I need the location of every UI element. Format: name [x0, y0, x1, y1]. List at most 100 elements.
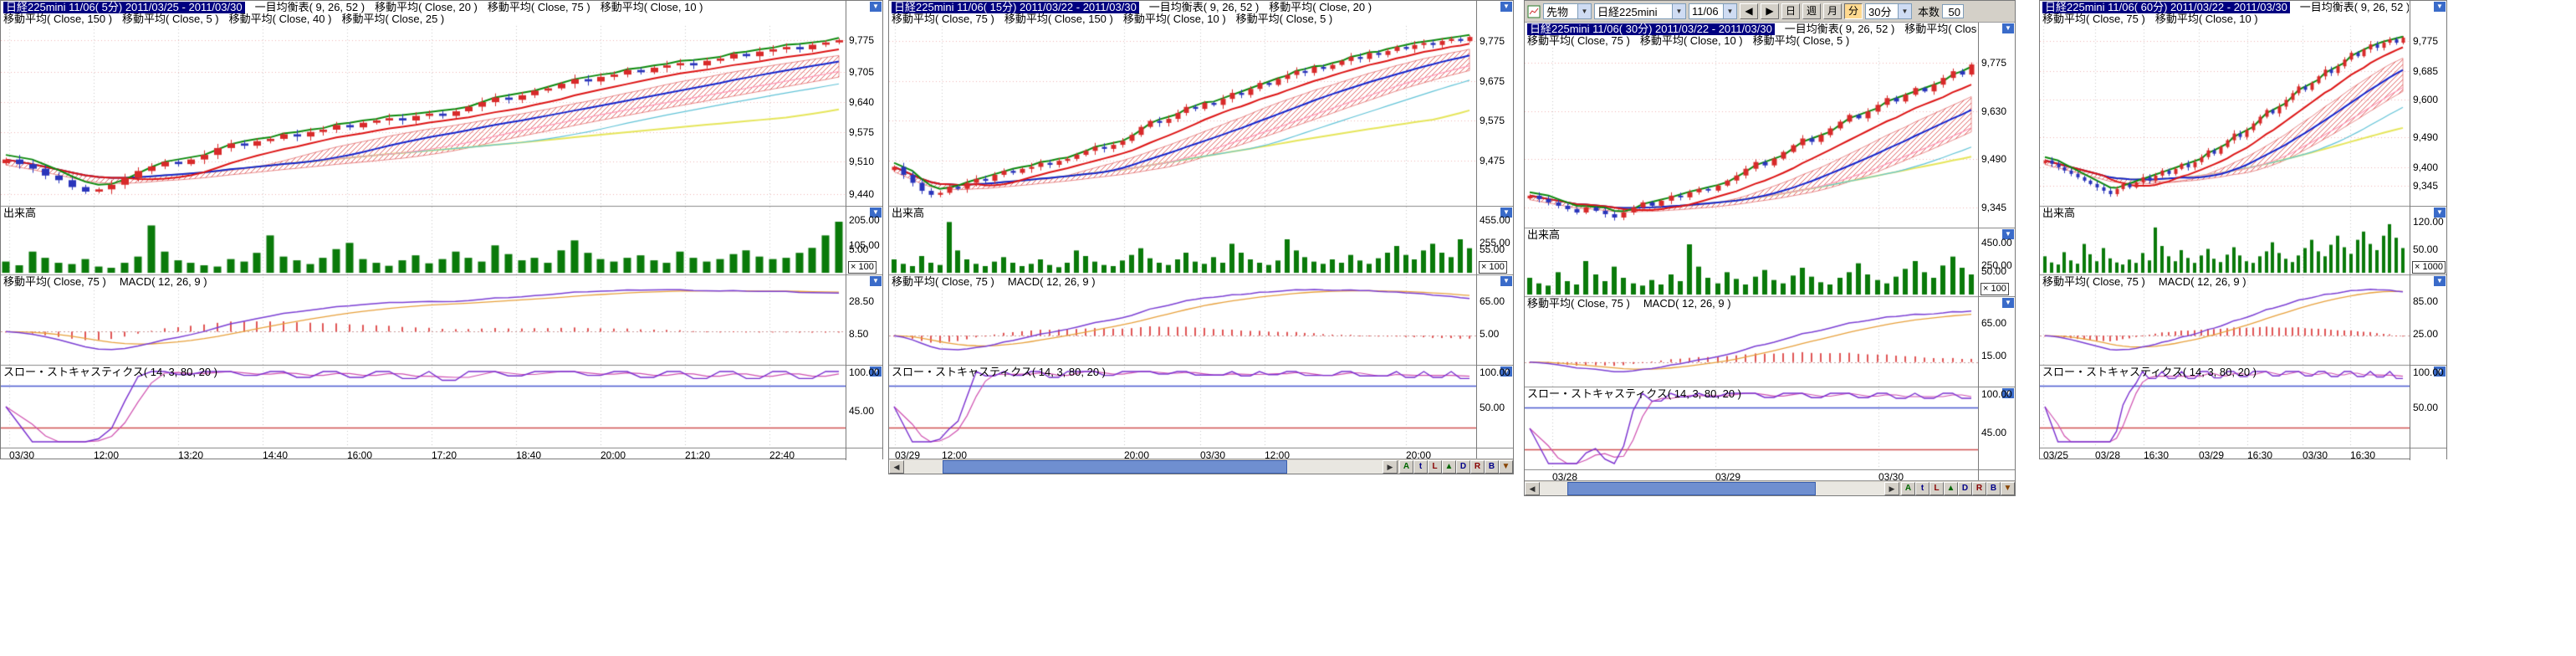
price-axis-tick: 9,640 — [849, 97, 874, 107]
price-volume-macd-stoch-canvas[interactable] — [889, 1, 1476, 448]
indicator-label: 移動平均( Close, 10 ) — [2155, 13, 2258, 25]
indicator-label: 移動平均( Close, 75 ) — [2042, 275, 2145, 288]
pane-divider — [846, 206, 882, 207]
price-axis-tick: 9,345 — [1981, 202, 2006, 213]
horizontal-scrollbar[interactable]: ◀ ▶AtL▲DRB▼ — [1525, 480, 2015, 495]
tool-r-button[interactable]: R — [1972, 482, 1986, 495]
volume-pane-label: 出来高 — [892, 208, 924, 219]
pane-divider — [1477, 365, 1513, 366]
period-month-button[interactable]: 月 — [1823, 3, 1842, 19]
horizontal-scrollbar[interactable]: ◀ ▶AtL▲DRB▼ — [889, 459, 1513, 474]
prev-period-button[interactable]: ◀ — [1740, 3, 1758, 19]
price-volume-macd-stoch-canvas[interactable] — [2040, 1, 2410, 448]
scrollbar-thumb[interactable] — [1567, 482, 1816, 495]
axis-scroll-down-button[interactable]: ▼ — [870, 276, 882, 286]
period-week-button[interactable]: 週 — [1802, 3, 1821, 19]
price-axis-tick: 9,705 — [849, 67, 874, 77]
price-axis-tick: 9,775 — [849, 35, 874, 45]
indicator-label: 一目均衡表( 9, 26, 52 ) — [1149, 2, 1259, 13]
indicator-label: 移動平均( Close, 75 ) — [3, 275, 106, 288]
symbol-select[interactable]: 日経225mini ▼ — [1594, 3, 1686, 19]
axis-scroll-down-button[interactable]: ▼ — [2002, 298, 2014, 308]
pane-divider — [2410, 274, 2446, 275]
axis-scroll-down-button[interactable]: ▼ — [1500, 2, 1512, 12]
macd-axis-tick: 8.50 — [849, 329, 868, 339]
chart-area: 日経225mini 11/06( 5分) 2011/03/25 - 2011/0… — [1, 1, 882, 460]
axis-scroll-down-button[interactable]: ▼ — [2434, 2, 2446, 12]
stochastics-axis-tick: 45.00 — [1981, 428, 2006, 438]
tool-t-button[interactable]: t — [1413, 460, 1428, 474]
price-axis-tick: 9,440 — [849, 189, 874, 199]
tool-up-button[interactable]: ▲ — [1944, 482, 1958, 495]
time-axis: 03/3012:0013:2014:4016:0017:2018:4020:00… — [1, 448, 846, 460]
price-volume-macd-stoch-canvas[interactable] — [1525, 23, 1978, 470]
axis-scroll-down-button[interactable]: ▼ — [870, 2, 882, 12]
price-axis-tick: 9,775 — [2413, 36, 2438, 46]
bars-count-input[interactable]: 50 — [1942, 4, 1964, 18]
volume-pane-label: 出来高 — [2042, 208, 2075, 219]
indicator-label: 移動平均( Close, 10 ) — [1123, 13, 1226, 25]
indicator-label: MACD( 12, 26, 9 ) — [1008, 275, 1096, 288]
price-volume-macd-stoch-canvas[interactable] — [1, 1, 846, 448]
tool-t-button[interactable]: t — [1915, 482, 1929, 495]
scroll-left-button[interactable]: ◀ — [1525, 482, 1540, 495]
tool-b-button[interactable]: B — [1485, 460, 1499, 474]
scrollbar-track[interactable] — [904, 460, 1383, 474]
stochastics-pane-label: スロー・ストキャスティクス( 14, 3, 80, 20 ) — [892, 366, 1106, 378]
tool-a-button[interactable]: A — [1901, 482, 1915, 495]
tool-l-button[interactable]: L — [1428, 460, 1442, 474]
time-axis-label: 03/25 — [2043, 449, 2068, 460]
price-axis-column: ▼▼▼▼9,7759,6859,6009,4909,4009,345120.00… — [2410, 1, 2446, 460]
tool-r-button[interactable]: R — [1470, 460, 1485, 474]
scrollbar-thumb[interactable] — [943, 460, 1287, 474]
price-axis-tick: 9,575 — [849, 127, 874, 137]
next-period-button[interactable]: ▶ — [1761, 3, 1779, 19]
price-axis-tick: 9,600 — [2413, 95, 2438, 105]
indicator-label: 移動平均( Close, 75 ) — [488, 2, 590, 13]
tool-down-button[interactable]: ▼ — [1499, 460, 1513, 474]
chart-title: 日経225mini 11/06( 5分) 2011/03/25 - 2011/0… — [3, 2, 245, 13]
tool-d-button[interactable]: D — [1958, 482, 1972, 495]
volume-axis-tick: 120.00 — [2413, 217, 2444, 227]
indicator-label: 移動平均( Close, 75 ) — [892, 275, 994, 288]
tool-l-button[interactable]: L — [1929, 482, 1944, 495]
time-axis-label: 21:20 — [685, 449, 710, 460]
tool-down-button[interactable]: ▼ — [2001, 482, 2015, 495]
tool-a-button[interactable]: A — [1399, 460, 1413, 474]
scroll-left-button[interactable]: ◀ — [889, 460, 904, 474]
scrollbar-track[interactable] — [1540, 482, 1884, 495]
pane-divider — [1477, 274, 1513, 275]
tool-d-button[interactable]: D — [1456, 460, 1470, 474]
market-select[interactable]: 先物▼ — [1543, 3, 1592, 19]
volume-axis-tick: 450.00 — [1981, 238, 2012, 248]
scroll-right-button[interactable]: ▶ — [1383, 460, 1398, 474]
symbol-select-value: 日経225mini — [1597, 3, 1658, 19]
chart-window-2: 日経225mini 11/06( 15分) 2011/03/22 - 2011/… — [888, 0, 1514, 474]
time-axis-label: 03/28 — [2095, 449, 2120, 460]
scroll-right-button[interactable]: ▶ — [1884, 482, 1899, 495]
period-minute-button[interactable]: 分 — [1844, 3, 1863, 19]
indicator-label: 移動平均( Close, 75 ) — [1527, 35, 1630, 47]
period-day-button[interactable]: 日 — [1781, 3, 1800, 19]
volume-axis-tick: 455.00 — [1480, 215, 1510, 225]
price-axis-tick: 9,675 — [1480, 76, 1505, 86]
macd-axis-tick: 65.00 — [1981, 318, 2006, 328]
indicator-label: 移動平均( Close, 25 ) — [341, 13, 444, 25]
axis-scroll-down-button[interactable]: ▼ — [1500, 276, 1512, 286]
pane-divider — [1979, 469, 2015, 470]
interval-select[interactable]: 30分▼ — [1865, 3, 1912, 19]
chart-area: 日経225mini 11/06( 30分) 2011/03/22 - 2011/… — [1525, 23, 2015, 482]
dropdown-arrow-icon: ▼ — [1672, 4, 1685, 18]
axis-scroll-down-button[interactable]: ▼ — [2434, 276, 2446, 286]
tool-up-button[interactable]: ▲ — [1442, 460, 1456, 474]
indicator-label: 一目均衡表( 9, 26, 52 ) — [255, 2, 365, 13]
price-axis-tick: 9,475 — [1480, 156, 1505, 166]
chart-area: 日経225mini 11/06( 60分) 2011/03/22 - 2011/… — [2040, 1, 2446, 460]
indicator-label: 一目均衡表( 9, 26, 52 ) — [1785, 23, 1894, 35]
contract-month-select[interactable]: 11/06▼ — [1689, 3, 1737, 19]
price-axis-tick: 9,345 — [2413, 181, 2438, 191]
axis-scroll-down-button[interactable]: ▼ — [2002, 23, 2014, 33]
tool-b-button[interactable]: B — [1986, 482, 2001, 495]
chart-title: 日経225mini 11/06( 60分) 2011/03/22 - 2011/… — [2042, 2, 2290, 13]
volume-multiplier-badge: × 1000 — [2412, 261, 2446, 274]
